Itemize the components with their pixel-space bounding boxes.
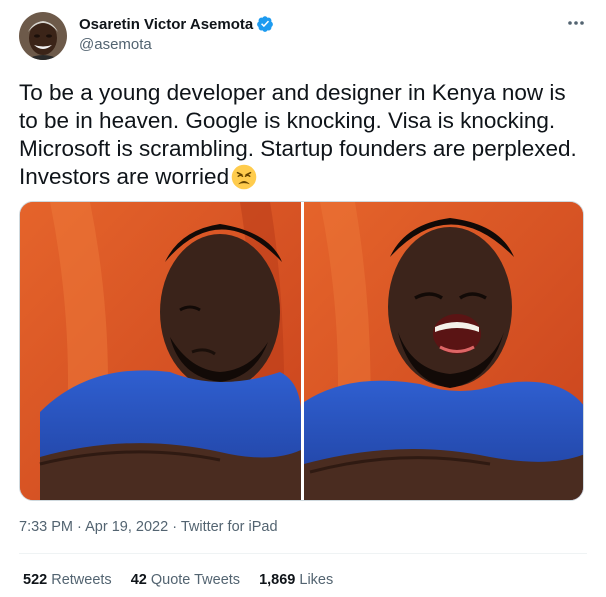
verified-badge-icon (257, 16, 274, 32)
meta-separator: · (77, 519, 82, 535)
likes-label: Likes (299, 572, 334, 588)
right-panel (304, 202, 583, 500)
reaction-meme-image (20, 202, 583, 500)
tweet-media[interactable] (19, 201, 584, 501)
retweets-stat[interactable]: 522 Retweets (23, 572, 112, 588)
quote-tweets-label: Quote Tweets (150, 572, 241, 588)
tweet-meta: 7:33 PM · Apr 19, 2022 · Twitter for iPa… (19, 519, 278, 535)
left-panel (20, 202, 301, 500)
tweet-source[interactable]: Twitter for iPad (181, 519, 278, 535)
author-handle[interactable]: @asemota (79, 36, 274, 53)
tweet-time[interactable]: 7:33 PM (19, 519, 73, 535)
tweet-text: To be a young developer and designer in … (19, 79, 589, 191)
engagement-stats: 522 Retweets 42 Quote Tweets 1,869 Likes (23, 572, 333, 588)
tweet-body: To be a young developer and designer in … (19, 80, 584, 189)
author-display-name[interactable]: Osaretin Victor Asemota (79, 16, 253, 33)
panel-divider (301, 202, 304, 500)
meta-separator: · (172, 519, 178, 535)
author-block: Osaretin Victor Asemota @asemota (79, 14, 274, 53)
more-options-icon[interactable] (566, 16, 586, 30)
divider (19, 553, 587, 554)
weary-face-emoji-icon (231, 164, 257, 190)
likes-stat[interactable]: 1,869 Likes (259, 572, 333, 588)
retweets-count: 522 (23, 572, 48, 588)
author-avatar[interactable] (19, 12, 67, 60)
retweets-label: Retweets (51, 572, 112, 588)
quote-tweets-stat[interactable]: 42 Quote Tweets (131, 572, 240, 588)
quote-tweets-count: 42 (130, 572, 147, 588)
tweet-card: Osaretin Victor Asemota @asemota To be a… (0, 0, 606, 597)
likes-count: 1,869 (259, 572, 296, 588)
tweet-date[interactable]: Apr 19, 2022 (85, 519, 168, 535)
avatar-photo (19, 12, 67, 60)
